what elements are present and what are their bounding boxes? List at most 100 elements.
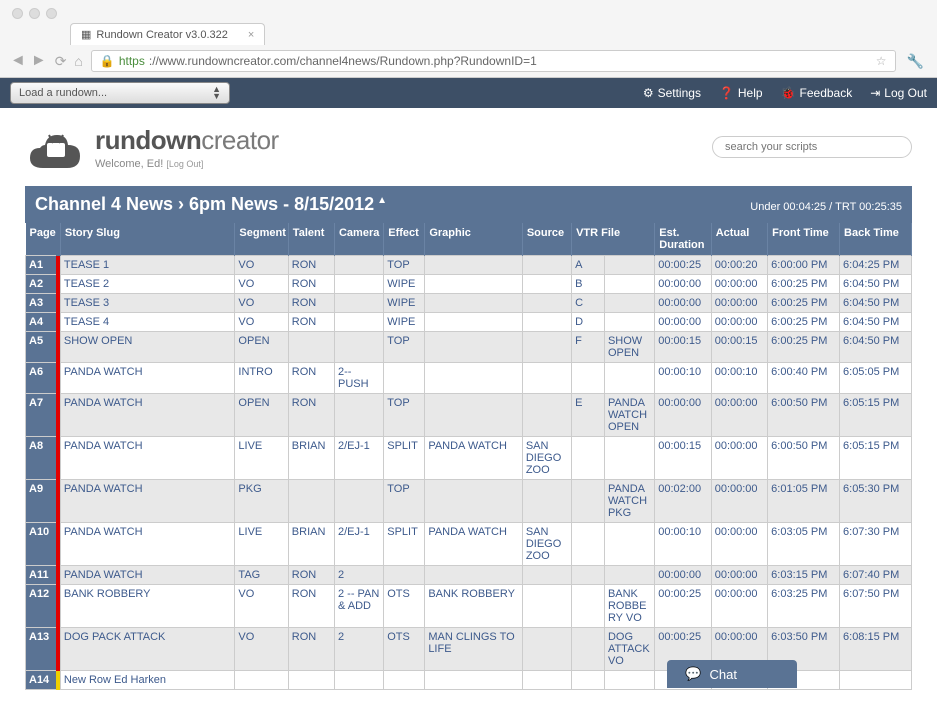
table-row[interactable]: A11PANDA WATCHTAGRON200:00:0000:00:006:0…	[26, 566, 912, 585]
cell-slug[interactable]: PANDA WATCH	[60, 566, 235, 585]
cell-vtrfile[interactable]	[572, 671, 605, 690]
cell-back[interactable]: 6:04:50 PM	[840, 275, 912, 294]
cell-back[interactable]: 6:05:15 PM	[840, 437, 912, 480]
cell-segment[interactable]: INTRO	[235, 363, 288, 394]
table-row[interactable]: A4TEASE 4VORONWIPED00:00:0000:00:006:00:…	[26, 313, 912, 332]
cell-back[interactable]: 6:05:15 PM	[840, 394, 912, 437]
table-row[interactable]: A1TEASE 1VORONTOPA00:00:2500:00:206:00:0…	[26, 256, 912, 275]
cell-slug[interactable]: New Row Ed Harken	[60, 671, 235, 690]
traffic-light-close[interactable]	[12, 8, 23, 19]
cell-effect[interactable]: WIPE	[384, 313, 425, 332]
cell-source[interactable]	[522, 628, 571, 671]
cell-slug[interactable]: TEASE 2	[60, 275, 235, 294]
cell-vtrfile2[interactable]: DOG ATTACK VO	[604, 628, 654, 671]
cell-segment[interactable]: VO	[235, 275, 288, 294]
search-input[interactable]	[712, 136, 912, 158]
url-bar[interactable]: 🔒 https://www.rundowncreator.com/channel…	[91, 50, 896, 72]
cell-est[interactable]: 00:00:00	[655, 313, 711, 332]
cell-segment[interactable]: LIVE	[235, 523, 288, 566]
cell-vtrfile2[interactable]	[604, 523, 654, 566]
cell-camera[interactable]: 2	[334, 628, 383, 671]
cell-est[interactable]: 00:00:00	[655, 394, 711, 437]
cell-page[interactable]: A14	[26, 671, 57, 690]
col-graphic[interactable]: Graphic	[425, 223, 523, 256]
cell-back[interactable]: 6:05:05 PM	[840, 363, 912, 394]
cell-back[interactable]: 6:07:50 PM	[840, 585, 912, 628]
cell-talent[interactable]: BRIAN	[288, 523, 334, 566]
cell-source[interactable]	[522, 275, 571, 294]
cell-actual[interactable]: 00:00:15	[711, 332, 767, 363]
cell-vtrfile[interactable]	[572, 363, 605, 394]
cell-page[interactable]: A13	[26, 628, 57, 671]
cell-vtrfile[interactable]	[572, 628, 605, 671]
cell-slug[interactable]: PANDA WATCH	[60, 363, 235, 394]
table-row[interactable]: A6PANDA WATCHINTRORON2--PUSH00:00:1000:0…	[26, 363, 912, 394]
col-source[interactable]: Source	[522, 223, 571, 256]
cell-talent[interactable]: RON	[288, 256, 334, 275]
table-row[interactable]: A12BANK ROBBERYVORON2 -- PAN & ADDOTSBAN…	[26, 585, 912, 628]
cell-page[interactable]: A7	[26, 394, 57, 437]
cell-graphic[interactable]	[425, 566, 523, 585]
cell-graphic[interactable]: PANDA WATCH	[425, 437, 523, 480]
cell-back[interactable]: 6:08:15 PM	[840, 628, 912, 671]
cell-segment[interactable]	[235, 671, 288, 690]
cell-vtrfile2[interactable]	[604, 671, 654, 690]
cell-effect[interactable]: OTS	[384, 628, 425, 671]
col-effect[interactable]: Effect	[384, 223, 425, 256]
cell-camera[interactable]	[334, 394, 383, 437]
cell-vtrfile2[interactable]: SHOW OPEN	[604, 332, 654, 363]
cell-source[interactable]	[522, 394, 571, 437]
cell-graphic[interactable]	[425, 363, 523, 394]
cell-est[interactable]: 00:00:15	[655, 332, 711, 363]
cell-vtrfile[interactable]: D	[572, 313, 605, 332]
cell-actual[interactable]: 00:00:00	[711, 294, 767, 313]
cell-graphic[interactable]	[425, 671, 523, 690]
settings-link[interactable]: ⚙Settings	[643, 86, 701, 100]
cell-front[interactable]: 6:00:25 PM	[768, 332, 840, 363]
cell-page[interactable]: A3	[26, 294, 57, 313]
cell-segment[interactable]: VO	[235, 628, 288, 671]
cell-graphic[interactable]	[425, 294, 523, 313]
cell-segment[interactable]: TAG	[235, 566, 288, 585]
cell-front[interactable]: 6:00:25 PM	[768, 294, 840, 313]
traffic-light-max[interactable]	[46, 8, 57, 19]
cell-page[interactable]: A10	[26, 523, 57, 566]
col-slug[interactable]: Story Slug	[60, 223, 235, 256]
cell-segment[interactable]: VO	[235, 256, 288, 275]
cell-est[interactable]: 00:02:00	[655, 480, 711, 523]
cell-page[interactable]: A1	[26, 256, 57, 275]
cell-actual[interactable]: 00:00:00	[711, 275, 767, 294]
cell-effect[interactable]: TOP	[384, 394, 425, 437]
col-actual[interactable]: Actual	[711, 223, 767, 256]
wrench-icon[interactable]: 🔧	[904, 53, 927, 70]
table-row[interactable]: A9PANDA WATCHPKGTOPPANDA WATCH PKG00:02:…	[26, 480, 912, 523]
cell-page[interactable]: A12	[26, 585, 57, 628]
cell-vtrfile2[interactable]: BANK ROBBERY VO	[604, 585, 654, 628]
col-vtrfile[interactable]: VTR File	[572, 223, 655, 256]
cell-back[interactable]: 6:07:40 PM	[840, 566, 912, 585]
cell-segment[interactable]: VO	[235, 585, 288, 628]
rundown-title[interactable]: Channel 4 News›6pm News - 8/15/2012▲	[35, 194, 387, 215]
load-rundown-select[interactable]: Load a rundown... ▲▼	[10, 82, 230, 104]
col-page[interactable]: Page	[26, 223, 61, 256]
cell-slug[interactable]: PANDA WATCH	[60, 437, 235, 480]
col-est[interactable]: Est. Duration	[655, 223, 711, 256]
cell-source[interactable]	[522, 671, 571, 690]
cell-actual[interactable]: 00:00:00	[711, 523, 767, 566]
cell-back[interactable]: 6:04:25 PM	[840, 256, 912, 275]
cell-talent[interactable]: RON	[288, 394, 334, 437]
logout-link[interactable]: ⇥Log Out	[870, 86, 927, 100]
cell-vtrfile2[interactable]	[604, 294, 654, 313]
cell-actual[interactable]: 00:00:10	[711, 363, 767, 394]
cell-front[interactable]: 6:03:05 PM	[768, 523, 840, 566]
cell-segment[interactable]: VO	[235, 294, 288, 313]
cell-talent[interactable]: RON	[288, 363, 334, 394]
cell-est[interactable]: 00:00:10	[655, 363, 711, 394]
cell-effect[interactable]: WIPE	[384, 275, 425, 294]
cell-vtrfile[interactable]: A	[572, 256, 605, 275]
cell-effect[interactable]: OTS	[384, 585, 425, 628]
cell-page[interactable]: A11	[26, 566, 57, 585]
cell-segment[interactable]: OPEN	[235, 332, 288, 363]
browser-tab[interactable]: ▦ Rundown Creator v3.0.322 ×	[70, 23, 265, 45]
cell-source[interactable]	[522, 313, 571, 332]
